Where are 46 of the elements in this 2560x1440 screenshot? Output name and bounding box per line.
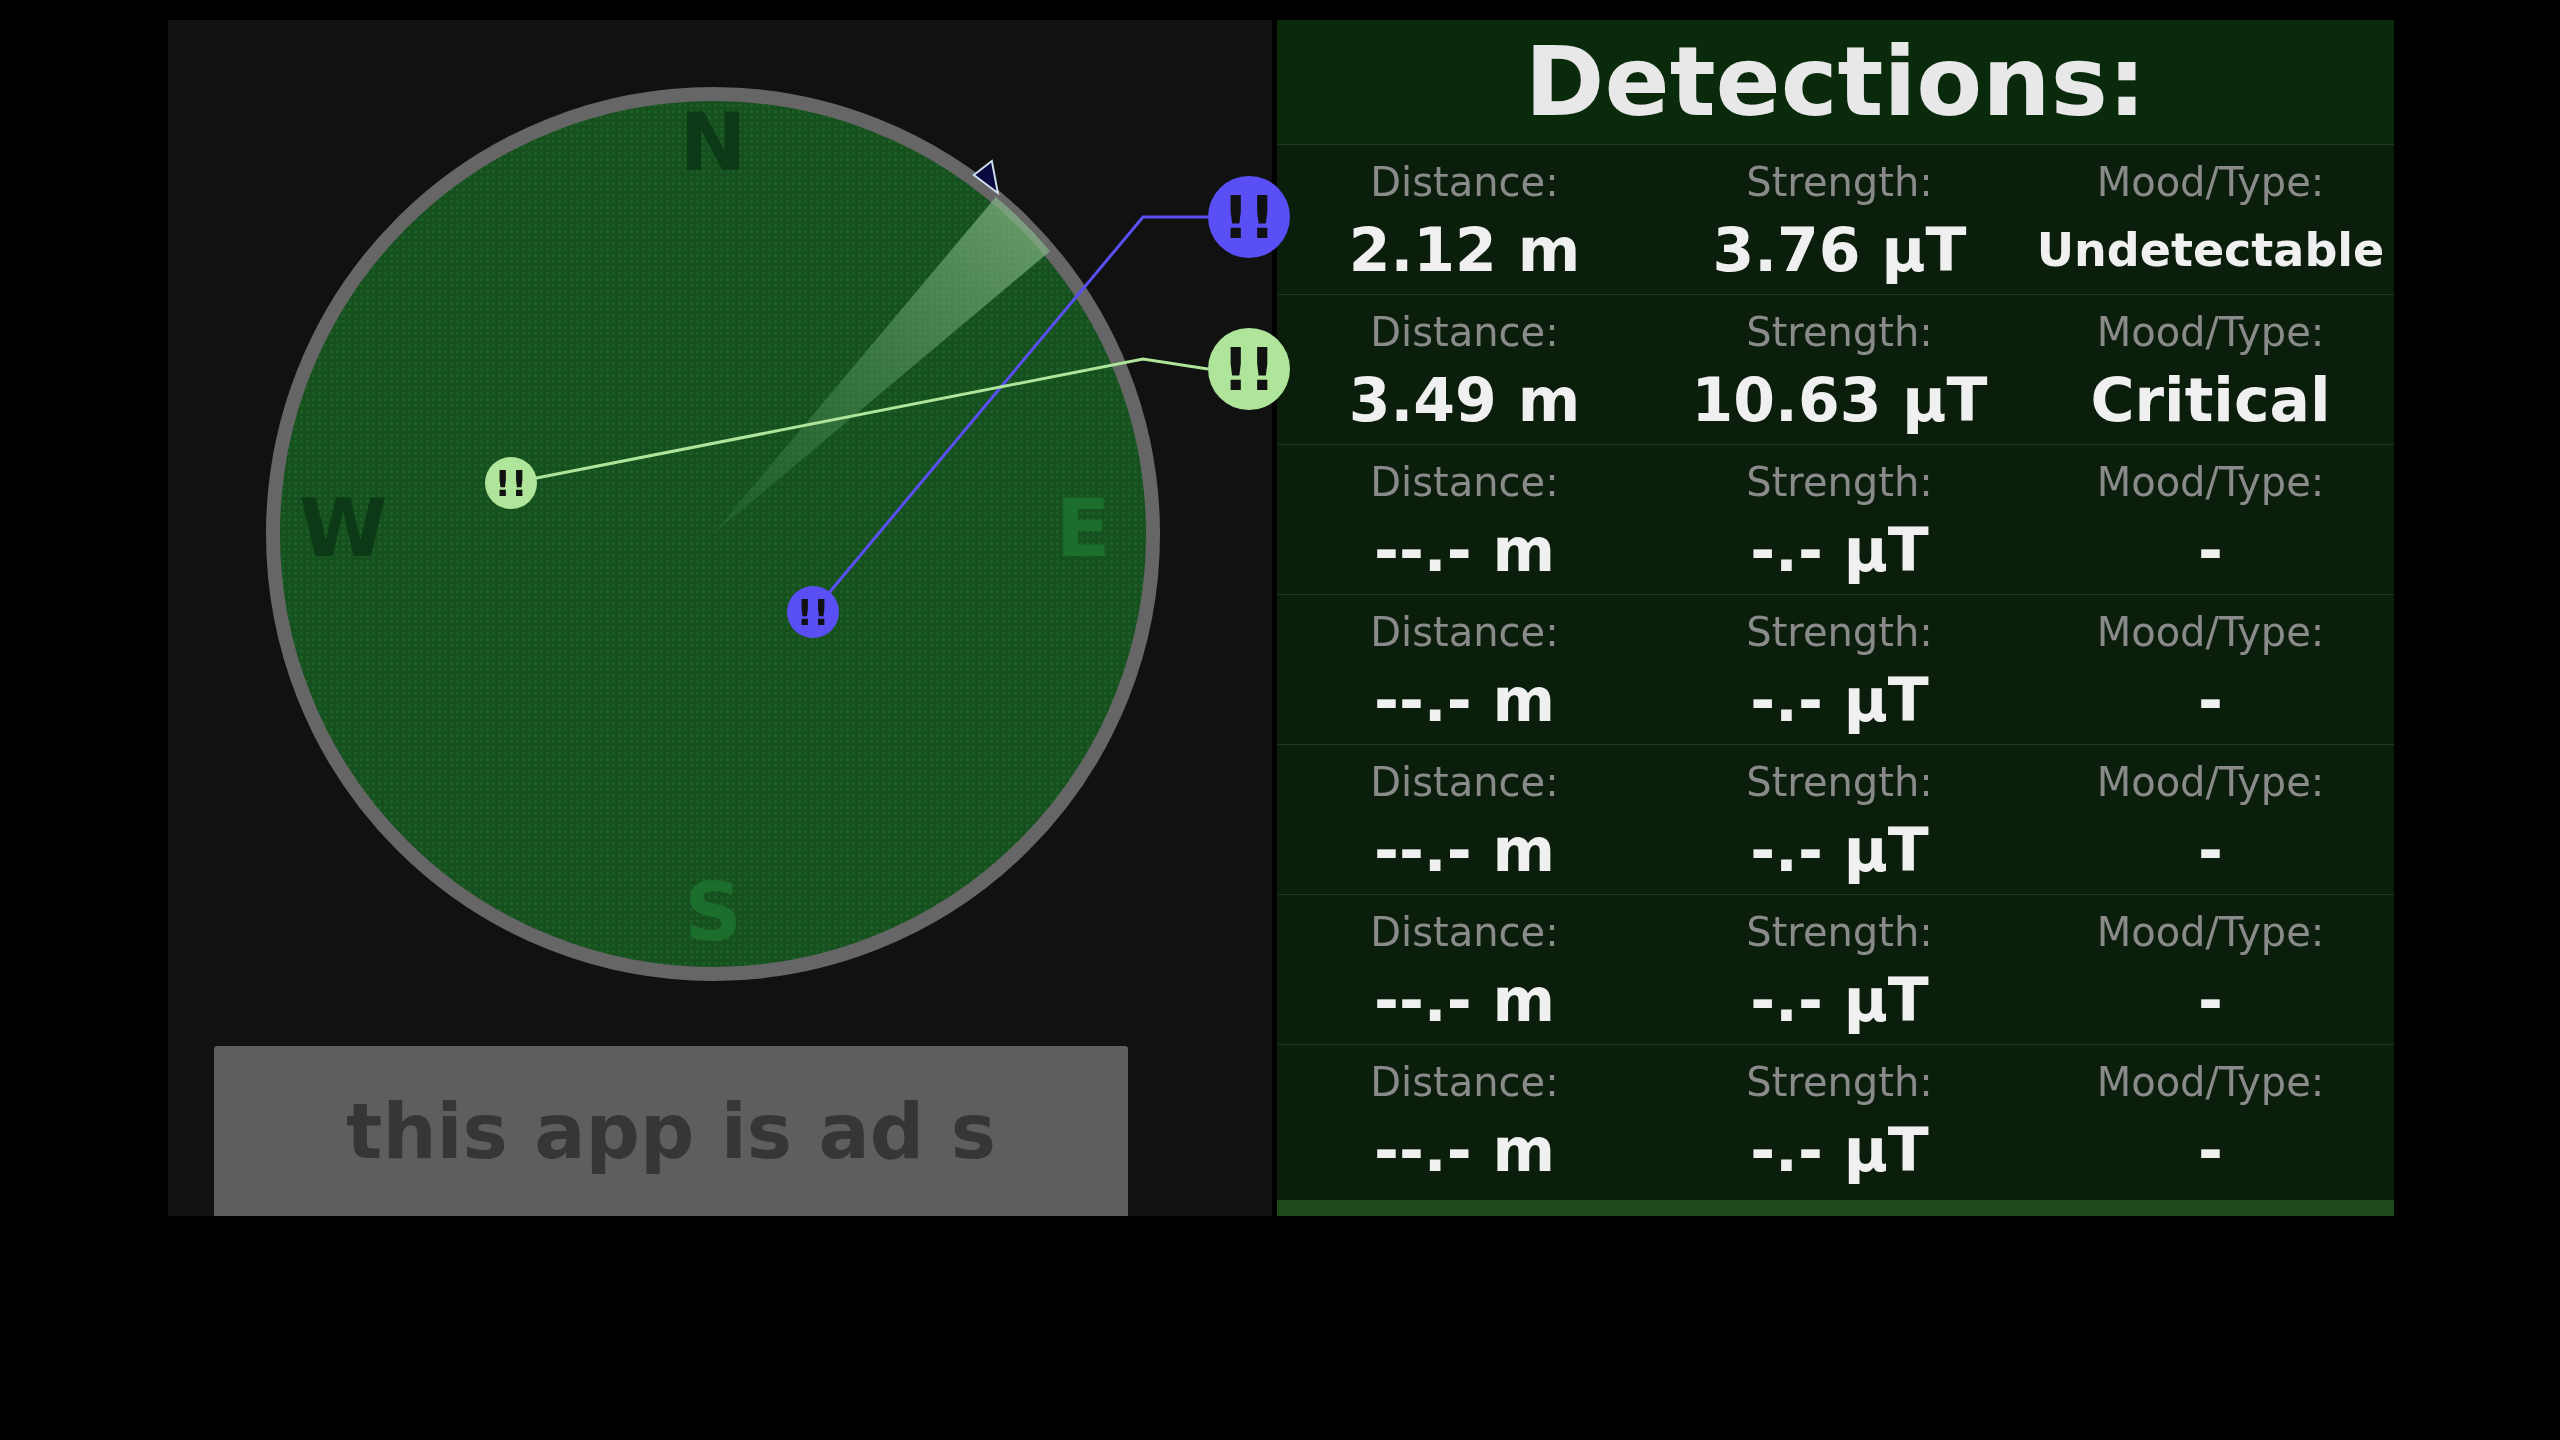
strength-label: Strength: <box>1745 909 1934 955</box>
distance-label: Distance: <box>1369 309 1560 355</box>
distance-value: --.- m <box>1373 965 1556 1035</box>
mood-label: Mood/Type: <box>2095 159 2326 205</box>
mood-label: Mood/Type: <box>2095 759 2326 805</box>
triangle-icon <box>972 159 1000 196</box>
strength-value: -.- µT <box>1749 515 1930 585</box>
strength-label: Strength: <box>1745 459 1934 505</box>
strength-value: -.- µT <box>1749 1115 1930 1185</box>
strength-value: 10.63 µT <box>1690 365 1989 435</box>
distance-value: --.- m <box>1373 515 1556 585</box>
mood-value: Critical <box>2089 365 2332 435</box>
mood-value: Undetectable <box>2035 223 2386 277</box>
mood-value: - <box>2197 815 2224 885</box>
mood-label: Mood/Type: <box>2095 609 2326 655</box>
mood-value: - <box>2197 1115 2224 1185</box>
distance-value: 3.49 m <box>1347 365 1582 435</box>
alert-marker: !! <box>787 586 839 638</box>
mood-value: - <box>2197 665 2224 735</box>
strength-label: Strength: <box>1745 159 1934 205</box>
distance-value: --.- m <box>1373 665 1556 735</box>
strength-value: -.- µT <box>1749 815 1930 885</box>
distance-value: --.- m <box>1373 815 1556 885</box>
distance-label: Distance: <box>1369 759 1560 805</box>
mood-value: - <box>2197 515 2224 585</box>
mood-label: Mood/Type: <box>2095 1059 2326 1105</box>
distance-value: 2.12 m <box>1347 215 1582 285</box>
mood-label: Mood/Type: <box>2095 459 2326 505</box>
distance-label: Distance: <box>1369 159 1560 205</box>
strength-value: -.- µT <box>1749 965 1930 1035</box>
panel-title: Detections: <box>1277 20 2394 144</box>
distance-label: Distance: <box>1369 909 1560 955</box>
strength-value: -.- µT <box>1749 665 1930 735</box>
alert-marker: !! <box>485 457 537 509</box>
distance-label: Distance: <box>1369 459 1560 505</box>
strength-label: Strength: <box>1745 609 1934 655</box>
distance-label: Distance: <box>1369 1059 1560 1105</box>
strength-value: 3.76 µT <box>1711 215 1968 285</box>
mood-label: Mood/Type: <box>2095 909 2326 955</box>
mood-label: Mood/Type: <box>2095 309 2326 355</box>
mood-value: - <box>2197 965 2224 1035</box>
distance-value: --.- m <box>1373 1115 1556 1185</box>
strength-label: Strength: <box>1745 1059 1934 1105</box>
distance-label: Distance: <box>1369 609 1560 655</box>
strength-label: Strength: <box>1745 759 1934 805</box>
strength-label: Strength: <box>1745 309 1934 355</box>
